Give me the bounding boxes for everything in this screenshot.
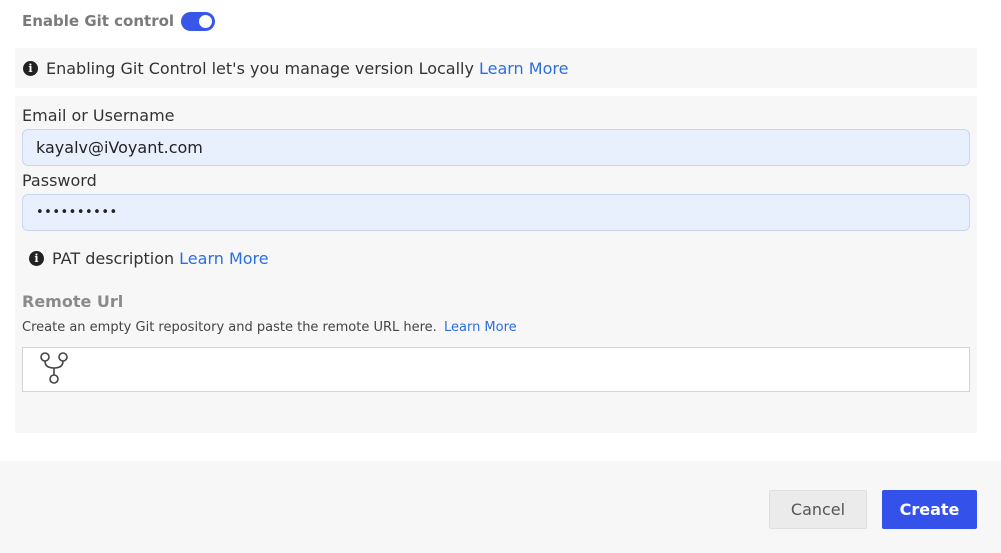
password-label: Password <box>22 171 97 190</box>
git-settings-dialog: Enable Git control i Enabling Git Contro… <box>0 0 1001 553</box>
toggle-knob <box>199 14 213 28</box>
info-banner-text: Enabling Git Control let's you manage ve… <box>46 58 474 78</box>
remote-url-input[interactable] <box>22 347 970 392</box>
password-value: •••••••••• <box>36 205 118 220</box>
git-control-toggle-row: Enable Git control <box>22 10 216 32</box>
email-value: kayalv@iVoyant.com <box>36 138 203 157</box>
remote-url-help: Create an empty Git repository and paste… <box>22 320 517 335</box>
info-icon: i <box>29 251 44 266</box>
git-info-banner: i Enabling Git Control let's you manage … <box>15 48 977 88</box>
remote-url-label: Remote Url <box>22 292 124 311</box>
pat-description-text: PAT description <box>52 249 175 268</box>
pat-learn-more-link[interactable]: Learn More <box>179 249 268 268</box>
info-icon: i <box>23 60 38 76</box>
cancel-button[interactable]: Cancel <box>769 490 867 529</box>
remote-help-text: Create an empty Git repository and paste… <box>22 320 437 335</box>
password-field[interactable]: •••••••••• <box>22 194 970 231</box>
email-field[interactable]: kayalv@iVoyant.com <box>22 129 970 166</box>
pat-description-row: i PAT description Learn More <box>29 249 269 268</box>
git-branch-icon <box>37 351 71 389</box>
create-button[interactable]: Create <box>882 490 977 529</box>
email-label: Email or Username <box>22 106 175 125</box>
dialog-footer: Cancel Create <box>0 461 1001 553</box>
git-control-toggle[interactable] <box>181 11 216 31</box>
git-control-label: Enable Git control <box>22 12 175 30</box>
git-credentials-panel: Email or Username kayalv@iVoyant.com Pas… <box>15 96 977 433</box>
remote-learn-more-link[interactable]: Learn More <box>444 320 517 335</box>
info-learn-more-link[interactable]: Learn More <box>479 59 568 78</box>
